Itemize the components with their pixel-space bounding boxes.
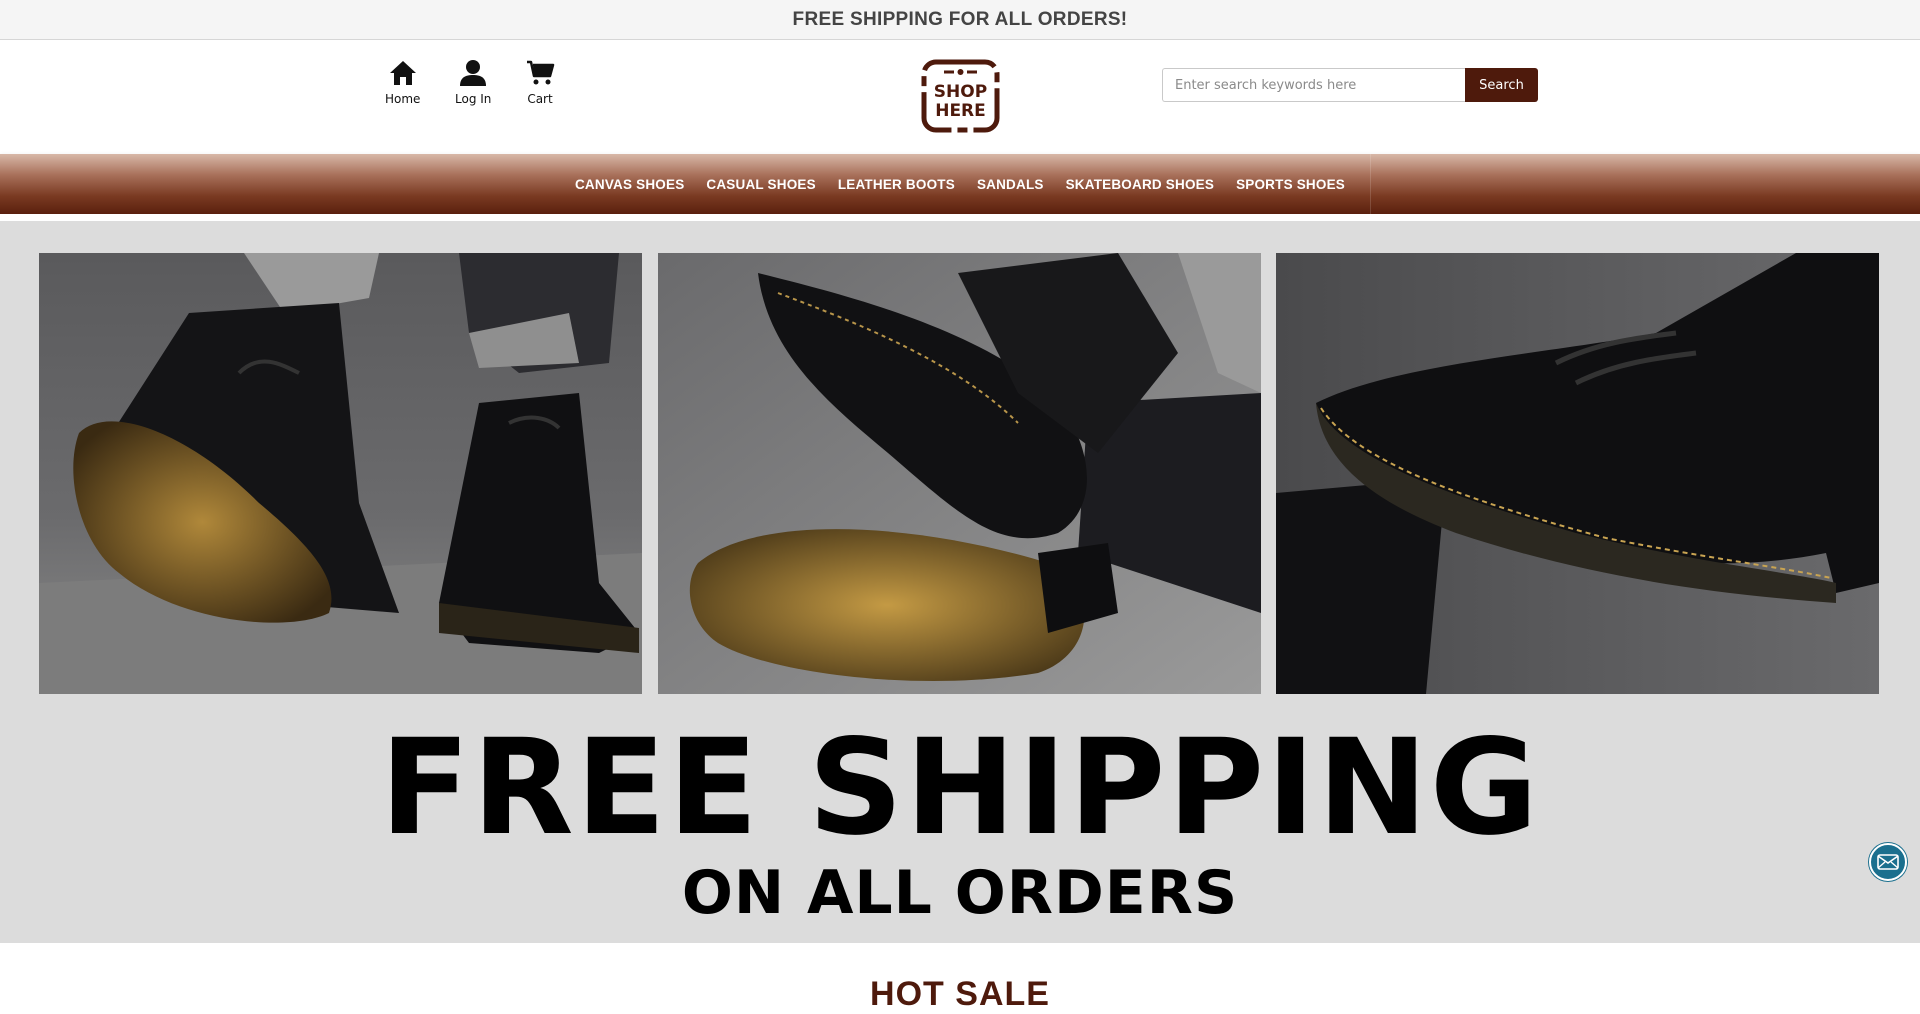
home-icon (389, 61, 416, 85)
nav-cart-label: Cart (527, 92, 553, 106)
boot-image (1276, 253, 1879, 694)
logo-line-2: HERE (935, 101, 986, 121)
banner-subheadline: ON ALL ORDERS (681, 858, 1239, 928)
nav-home[interactable]: Home (385, 58, 420, 106)
category-sports-shoes[interactable]: SPORTS SHOES (1236, 177, 1345, 192)
announcement-text: FREE SHIPPING FOR ALL ORDERS! (792, 9, 1128, 30)
site-header: Home Log In Cart SHOP HERE Search (0, 40, 1920, 154)
boot-photo-2[interactable] (658, 253, 1261, 694)
boot-photo-3[interactable] (1276, 253, 1879, 694)
mail-icon (1877, 854, 1899, 870)
category-sandals[interactable]: SANDALS (977, 177, 1044, 192)
category-nav: CANVAS SHOES CASUAL SHOES LEATHER BOOTS … (0, 154, 1920, 214)
category-skateboard-shoes[interactable]: SKATEBOARD SHOES (1066, 177, 1214, 192)
section-title: HOT SALE (870, 975, 1050, 1013)
logo-line-1: SHOP (934, 82, 987, 102)
nav-cart[interactable]: Cart (525, 58, 555, 106)
shop-here-logo[interactable]: SHOP HERE (920, 58, 1001, 134)
spacer (0, 214, 1920, 221)
category-leather-boots[interactable]: LEATHER BOOTS (838, 177, 955, 192)
boot-image (39, 253, 642, 694)
search-input[interactable] (1162, 68, 1466, 102)
user-icon (460, 60, 487, 86)
nav-divider (1370, 154, 1371, 214)
boot-image (658, 253, 1261, 694)
cart-icon (527, 60, 555, 85)
boot-photo-1[interactable] (39, 253, 642, 694)
search-button[interactable]: Search (1465, 68, 1538, 102)
banner-headline: FREE SHIPPING (379, 711, 1541, 865)
contact-mail-button[interactable] (1869, 843, 1907, 881)
nav-login[interactable]: Log In (455, 58, 491, 106)
category-canvas-shoes[interactable]: CANVAS SHOES (575, 177, 684, 192)
category-casual-shoes[interactable]: CASUAL SHOES (706, 177, 815, 192)
nav-home-label: Home (385, 92, 421, 106)
nav-login-label: Log In (455, 92, 492, 106)
announcement-bar: FREE SHIPPING FOR ALL ORDERS! (0, 0, 1920, 40)
